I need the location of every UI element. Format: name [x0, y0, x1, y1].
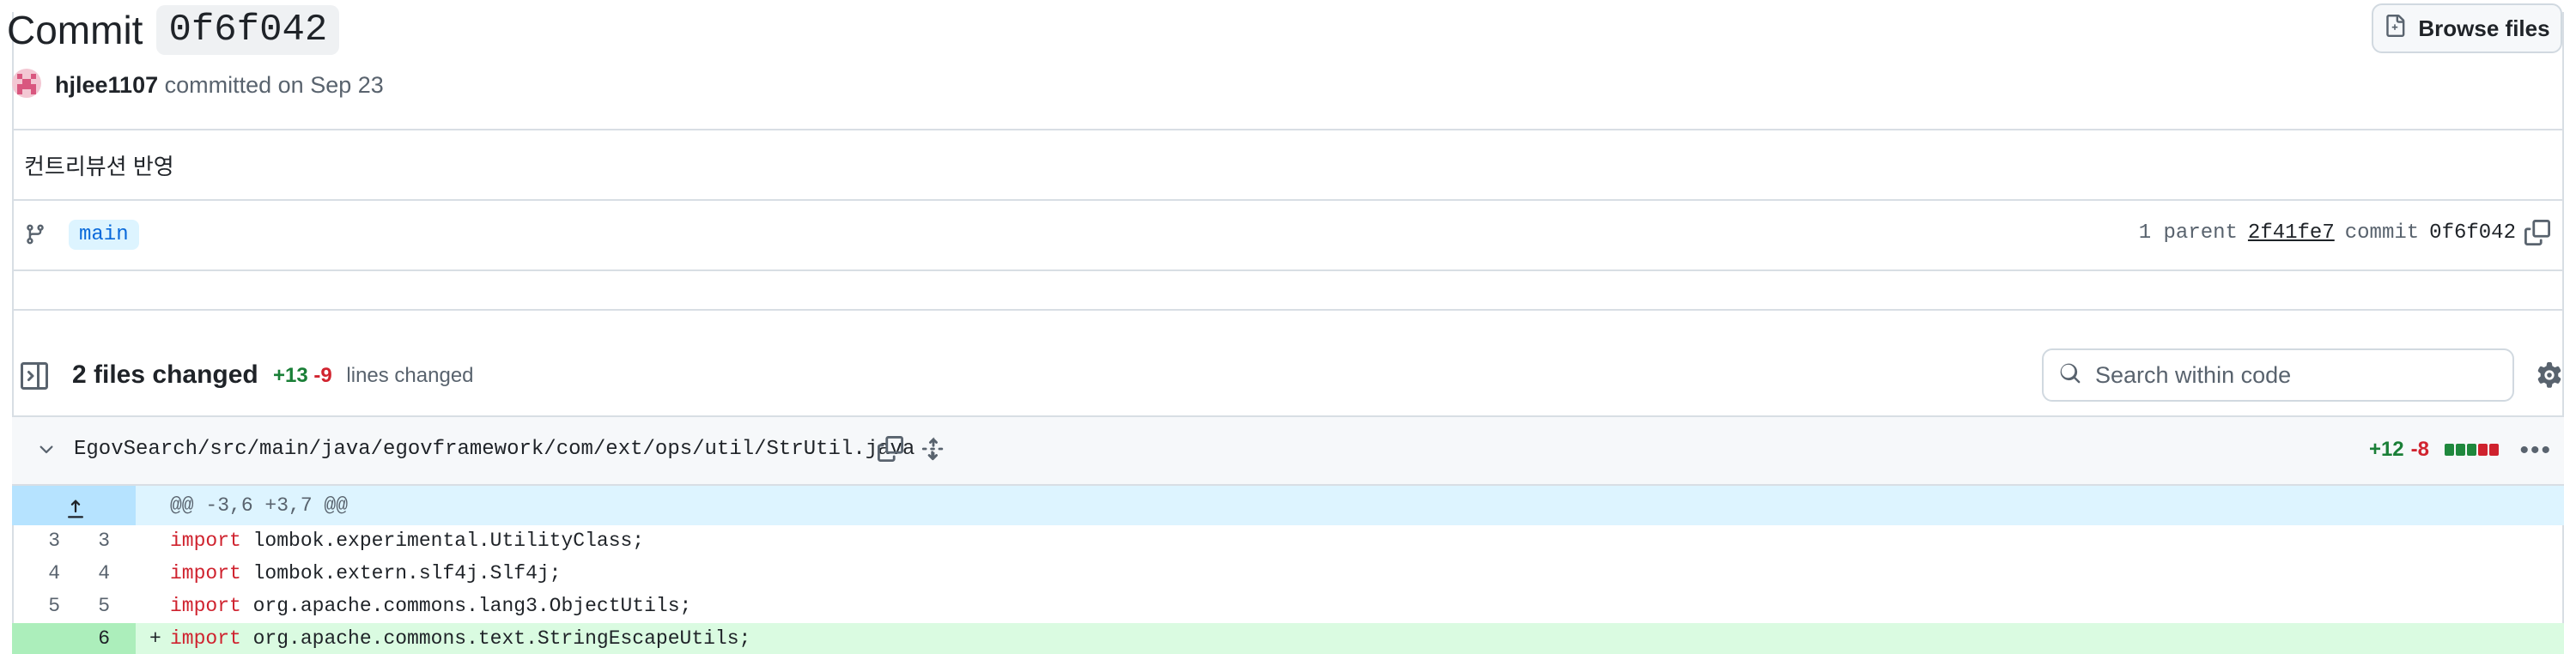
diffstat-block-del — [2478, 444, 2488, 456]
browse-files-button[interactable]: Browse files — [2372, 3, 2562, 53]
diff-line-context: 3 3 import lombok.experimental.UtilityClas… — [12, 525, 2564, 556]
copy-icon[interactable] — [878, 436, 903, 466]
file-additions: +12 — [2368, 438, 2404, 461]
diffstat-block-add — [2445, 444, 2454, 456]
commit-date-text: committed on Sep 23 — [164, 72, 384, 98]
search-input[interactable] — [2093, 360, 2492, 390]
code-keyword: import — [170, 562, 241, 584]
deletions-count: -9 — [313, 364, 332, 387]
code-search[interactable] — [2042, 348, 2514, 402]
file-deletions: -8 — [2410, 438, 2429, 461]
hunk-header-text: @@ -3,6 +3,7 @@ — [170, 494, 349, 517]
code-keyword: import — [170, 627, 241, 650]
parent-sha-link[interactable]: 2f41fe7 — [2248, 221, 2335, 245]
title-sha: 0f6f042 — [156, 5, 340, 55]
branch-badge[interactable]: main — [69, 220, 139, 250]
avatar[interactable] — [12, 69, 41, 98]
old-line-number[interactable]: 3 — [26, 525, 60, 556]
search-icon — [2059, 362, 2081, 389]
sidebar-toggle-icon[interactable] — [21, 362, 48, 394]
commit-message: 컨트리뷰션 반영 — [24, 154, 174, 179]
diff-line-context: 4 4 import lombok.extern.slf4j.Slf4j; — [12, 558, 2564, 589]
diffstat-block-del — [2489, 444, 2499, 456]
code-text: import org.apache.commons.lang3.ObjectUt… — [170, 590, 691, 621]
new-line-number[interactable]: 3 — [76, 525, 110, 556]
code-rest: org.apache.commons.lang3.ObjectUtils; — [240, 595, 692, 617]
file-diffstat: +12 -8 — [2369, 438, 2499, 462]
commit-parents: 1 parent 2f41fe7 commit 0f6f042 — [2139, 221, 2516, 245]
divider — [12, 269, 2564, 271]
kebab-icon[interactable]: ••• — [2519, 436, 2552, 465]
hunk-header-row: @@ -3,6 +3,7 @@ — [12, 486, 2564, 525]
diffstat-bar — [2443, 438, 2499, 462]
code-text: import lombok.experimental.UtilityClass; — [170, 525, 644, 556]
diffstat-block-add — [2456, 444, 2465, 456]
additions-count: +13 — [273, 364, 308, 387]
commit-sha: 0f6f042 — [2429, 221, 2516, 245]
files-changed-count: 2 files changed — [72, 360, 258, 389]
commit-byline: hjlee1107 committed on Sep 23 — [55, 72, 384, 99]
divider — [12, 199, 2564, 201]
code-text: import lombok.extern.slf4j.Slf4j; — [170, 558, 562, 589]
code-rest: lombok.extern.slf4j.Slf4j; — [240, 562, 562, 584]
diff-line-context: 5 5 import org.apache.commons.lang3.Object… — [12, 590, 2564, 621]
page-title: Commit 0f6f042 — [7, 5, 340, 55]
lines-changed-label: lines changed — [346, 364, 474, 387]
divider — [12, 129, 2564, 130]
new-line-number[interactable]: 4 — [76, 558, 110, 589]
file-header: EgovSearch/src/main/java/egovframework/c… — [12, 415, 2564, 486]
unfold-icon[interactable] — [920, 434, 946, 468]
old-line-number[interactable]: 5 — [26, 590, 60, 621]
code-rest: org.apache.commons.text.StringEscapeUtil… — [240, 627, 751, 650]
author-link[interactable]: hjlee1107 — [55, 72, 158, 98]
lines-changed-stats: +13 -9 lines changed — [273, 364, 474, 388]
code-keyword: import — [170, 530, 241, 552]
old-line-number[interactable]: 4 — [26, 558, 60, 589]
commit-label: commit — [2344, 221, 2420, 245]
file-path-link[interactable]: EgovSearch/src/main/java/egovframework/c… — [74, 438, 914, 461]
file-diff-icon — [2384, 14, 2406, 44]
code-rest: lombok.experimental.UtilityClass; — [240, 530, 645, 552]
branch-icon — [24, 221, 46, 251]
title-prefix: Commit — [7, 8, 143, 52]
diffstat-block-add — [2467, 444, 2476, 456]
copy-icon[interactable] — [2524, 220, 2550, 250]
gear-icon[interactable] — [2537, 362, 2562, 392]
parent-label: 1 parent — [2138, 221, 2238, 245]
browse-files-label: Browse files — [2418, 15, 2550, 41]
divider — [12, 309, 2564, 311]
code-keyword: import — [170, 595, 241, 617]
new-line-number[interactable]: 5 — [76, 590, 110, 621]
chevron-down-icon[interactable] — [36, 439, 57, 464]
